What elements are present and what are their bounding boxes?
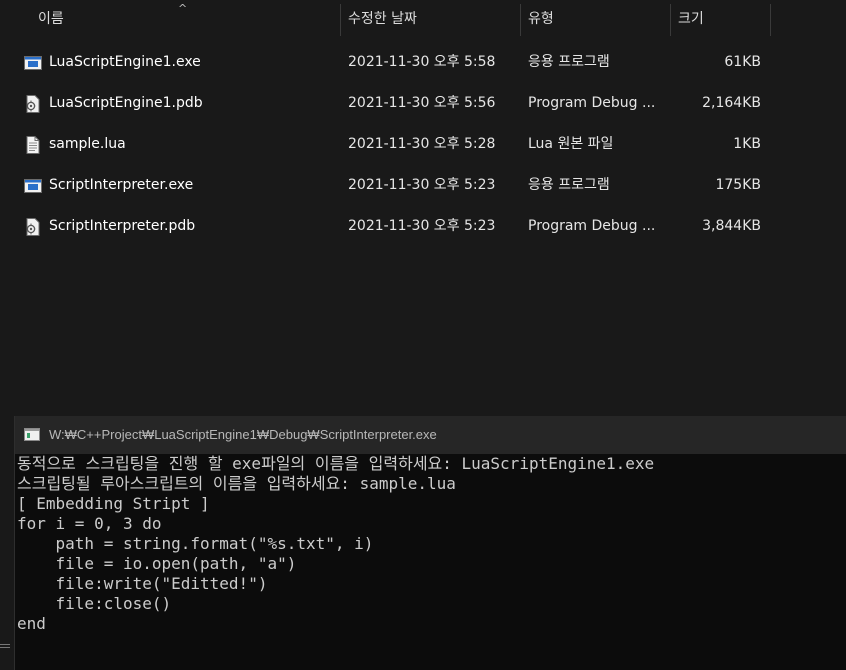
column-type-header[interactable]: 유형 <box>528 0 554 36</box>
file-name[interactable]: LuaScriptEngine1.exe <box>49 42 201 83</box>
file-name[interactable]: ScriptInterpreter.pdb <box>49 206 195 247</box>
file-row[interactable]: LuaScriptEngine1.exe 2021-11-30 오후 5:58 … <box>0 42 846 83</box>
console-line: file:close() <box>17 594 172 613</box>
file-name[interactable]: ScriptInterpreter.exe <box>49 165 193 206</box>
file-size: 61KB <box>724 54 761 70</box>
file-type: 응용 프로그램 <box>528 54 610 70</box>
file-type: Lua 원본 파일 <box>528 136 614 152</box>
file-name[interactable]: LuaScriptEngine1.pdb <box>49 83 203 124</box>
file-modified: 2021-11-30 오후 5:56 <box>348 95 496 111</box>
debug-file-icon <box>26 95 40 113</box>
console-line: file = io.open(path, "a") <box>17 554 297 573</box>
background-window-edge <box>0 636 14 670</box>
file-row[interactable]: ScriptInterpreter.exe 2021-11-30 오후 5:23… <box>0 165 846 206</box>
console-window[interactable]: W:₩C++Project₩LuaScriptEngine1₩Debug₩Scr… <box>14 416 846 670</box>
console-line: 동적으로 스크립팅을 진행 할 exe파일의 이름을 입력하세요: LuaScr… <box>17 454 655 473</box>
divider <box>0 644 10 645</box>
file-explorer: 이름 ^ 수정한 날짜 유형 크기 LuaScriptEngine1.exe 2… <box>0 0 846 420</box>
file-type: Program Debug ... <box>528 218 656 234</box>
divider <box>0 647 10 648</box>
sort-ascending-icon: ^ <box>178 2 188 15</box>
console-title: W:₩C++Project₩LuaScriptEngine1₩Debug₩Scr… <box>49 427 437 442</box>
file-type: Program Debug ... <box>528 95 656 111</box>
file-modified: 2021-11-30 오후 5:23 <box>348 218 496 234</box>
file-size: 1KB <box>733 136 761 152</box>
application-icon <box>24 56 42 70</box>
file-row[interactable]: LuaScriptEngine1.pdb 2021-11-30 오후 5:56 … <box>0 83 846 124</box>
column-name-header[interactable]: 이름 <box>38 0 64 36</box>
console-output: 동적으로 스크립팅을 진행 할 exe파일의 이름을 입력하세요: LuaScr… <box>17 454 846 634</box>
file-row[interactable]: ScriptInterpreter.pdb 2021-11-30 오후 5:23… <box>0 206 846 247</box>
file-size: 175KB <box>715 177 761 193</box>
file-size: 3,844KB <box>702 218 761 234</box>
console-line: file:write("Editted!") <box>17 574 268 593</box>
column-modified-header[interactable]: 수정한 날짜 <box>348 0 417 36</box>
file-type: 응용 프로그램 <box>528 177 610 193</box>
file-size: 2,164KB <box>702 95 761 111</box>
file-row[interactable]: sample.lua 2021-11-30 오후 5:28 Lua 원본 파일 … <box>0 124 846 165</box>
column-header: 이름 ^ 수정한 날짜 유형 크기 <box>0 0 846 38</box>
file-modified: 2021-11-30 오후 5:23 <box>348 177 496 193</box>
console-line: 스크립팅될 루아스크립트의 이름을 입력하세요: sample.lua <box>17 474 456 493</box>
console-line: path = string.format("%s.txt", i) <box>17 534 374 553</box>
console-titlebar[interactable]: W:₩C++Project₩LuaScriptEngine1₩Debug₩Scr… <box>15 416 846 454</box>
text-file-icon <box>26 136 40 154</box>
debug-file-icon <box>26 218 40 236</box>
file-name[interactable]: sample.lua <box>49 124 126 165</box>
console-app-icon <box>24 428 40 441</box>
console-line: [ Embedding Stript ] <box>17 494 210 513</box>
file-modified: 2021-11-30 오후 5:58 <box>348 54 496 70</box>
application-icon <box>24 179 42 193</box>
column-divider[interactable] <box>670 4 671 36</box>
file-modified: 2021-11-30 오후 5:28 <box>348 136 496 152</box>
column-divider[interactable] <box>770 4 771 36</box>
column-divider[interactable] <box>340 4 341 36</box>
column-divider[interactable] <box>520 4 521 36</box>
console-line: end <box>17 614 46 633</box>
column-size-header[interactable]: 크기 <box>678 0 704 36</box>
console-line: for i = 0, 3 do <box>17 514 162 533</box>
